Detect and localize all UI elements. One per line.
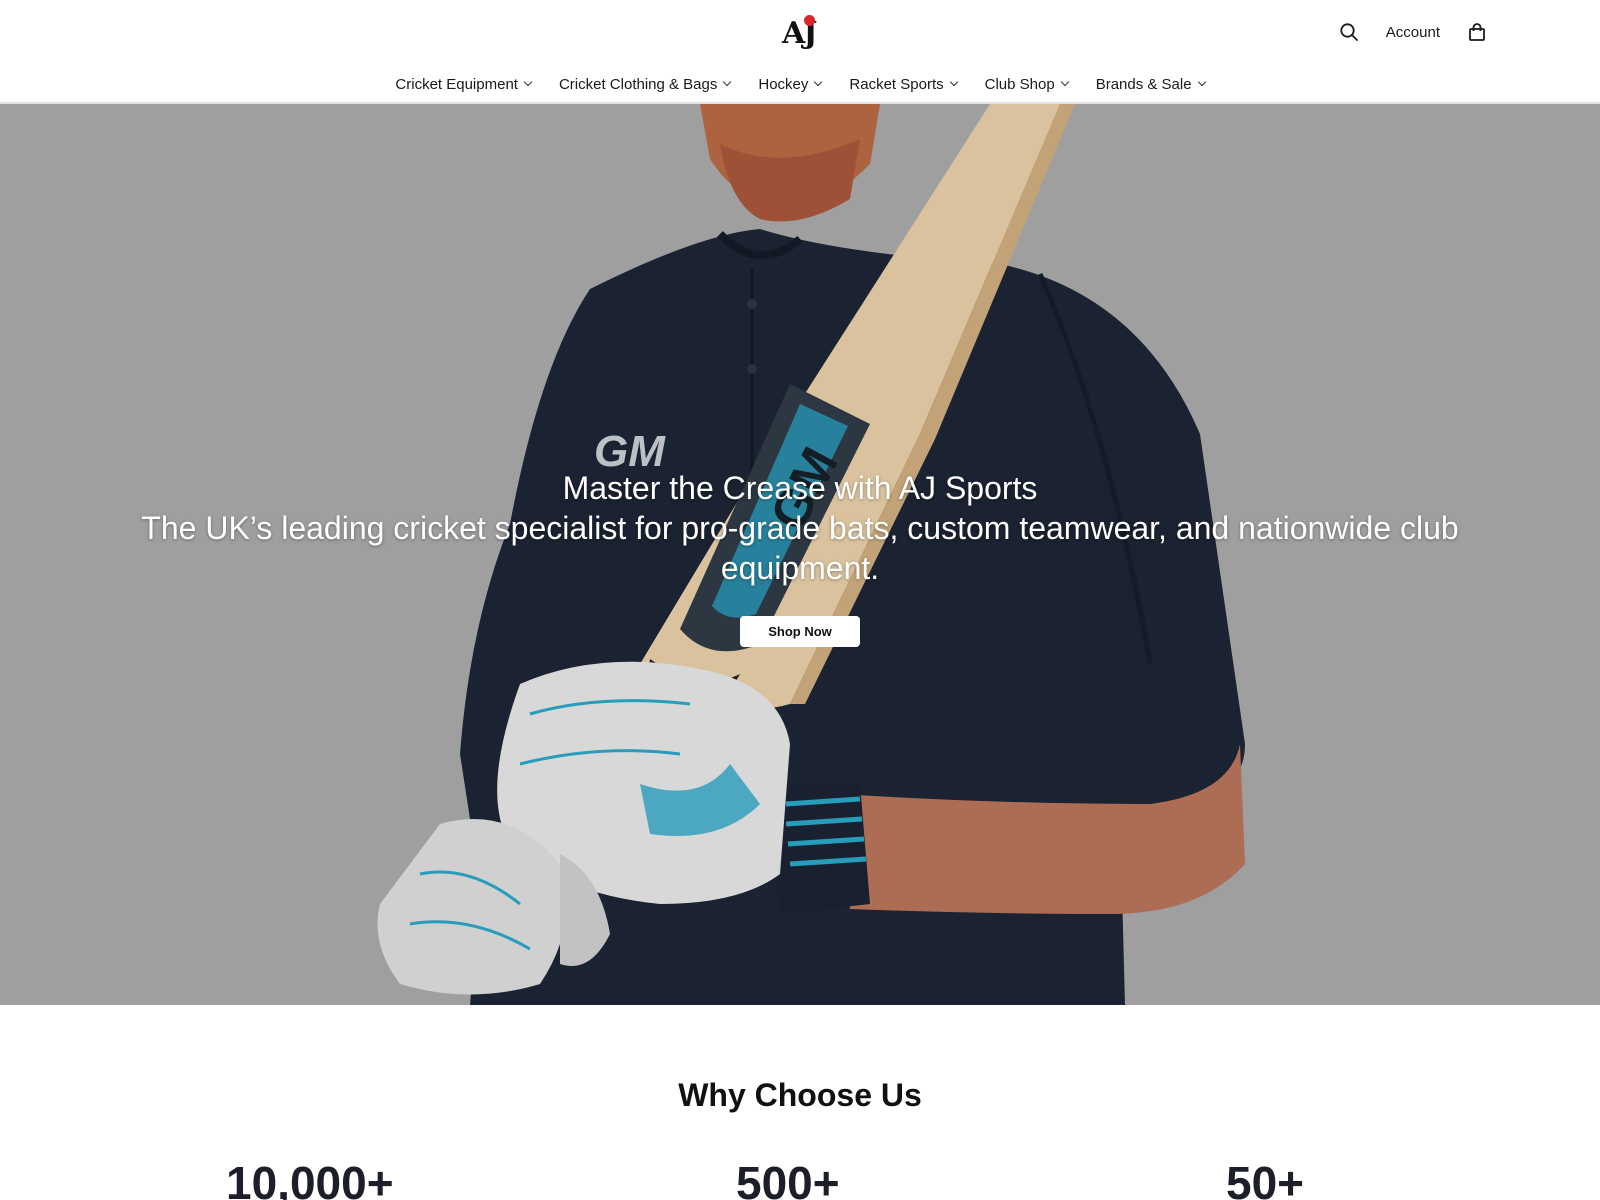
nav-item-hockey[interactable]: Hockey <box>758 70 823 98</box>
section-title: Why Choose Us <box>678 1077 922 1113</box>
nav-item-label: Club Shop <box>984 75 1055 93</box>
stat-value-brands: 50+ <box>1226 1157 1305 1200</box>
cricket-ball-icon <box>804 15 815 26</box>
nav-item-label: Hockey <box>758 75 809 93</box>
nav-item-label: Brands & Sale <box>1095 75 1192 93</box>
why-choose-us-section: Why Choose Us 10,000+ 500+ 50+ <box>0 1005 1600 1200</box>
nav-item-cricket-clothing-bags[interactable]: Cricket Clothing & Bags <box>558 70 732 98</box>
stat-value-clubs: 500+ <box>736 1157 840 1200</box>
chevron-down-icon <box>723 77 732 87</box>
shop-now-button[interactable]: Shop Now <box>740 616 860 647</box>
bag-icon[interactable] <box>1464 19 1490 45</box>
chevron-down-icon <box>949 77 958 87</box>
hero-banner: GM GM Master the Crease with AJ Sports T… <box>0 104 1600 1005</box>
site-header: AJ Account Cricket Equipment Cricket Clo… <box>0 0 1600 104</box>
search-icon[interactable] <box>1336 19 1362 45</box>
stat-value-customers: 10,000+ <box>226 1157 394 1200</box>
account-link[interactable]: Account <box>1386 24 1440 41</box>
main-nav: Cricket Equipment Cricket Clothing & Bag… <box>0 70 1600 98</box>
hero-subtitle: The UK’s leading cricket specialist for … <box>141 510 1459 586</box>
hero-content: Master the Crease with AJ Sports The UK’… <box>100 468 1500 647</box>
nav-item-label: Cricket Equipment <box>395 75 518 93</box>
chevron-down-icon <box>523 77 533 87</box>
nav-item-label: Cricket Clothing & Bags <box>558 75 718 93</box>
nav-item-racket-sports[interactable]: Racket Sports <box>849 70 958 98</box>
brand-logo[interactable]: AJ <box>782 14 818 54</box>
chevron-down-icon <box>1197 77 1206 87</box>
hero-title: Master the Crease with AJ Sports <box>562 470 1038 506</box>
nav-item-label: Racket Sports <box>849 75 944 93</box>
nav-item-club-shop[interactable]: Club Shop <box>984 70 1069 98</box>
chevron-down-icon <box>1060 77 1069 87</box>
header-actions: Account <box>1336 18 1490 46</box>
nav-item-brands-sale[interactable]: Brands & Sale <box>1095 70 1206 98</box>
nav-item-cricket-equipment[interactable]: Cricket Equipment <box>395 70 533 98</box>
chevron-down-icon <box>814 77 823 87</box>
